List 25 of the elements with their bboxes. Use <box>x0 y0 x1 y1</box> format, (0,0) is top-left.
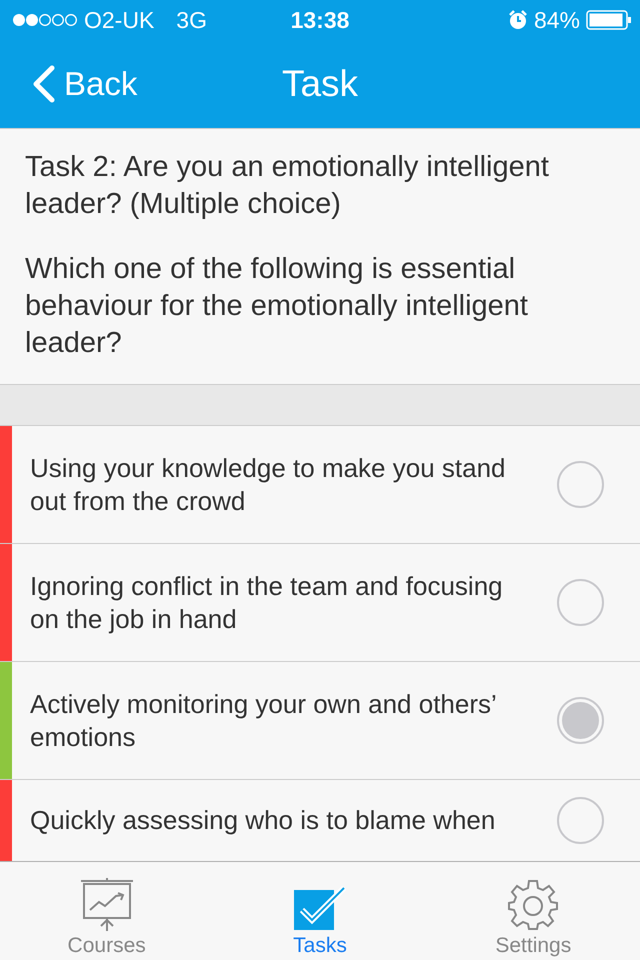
answer-option[interactable]: Using your knowledge to make you stand out from the crowd <box>0 425 640 543</box>
network-type: 3G <box>176 6 207 34</box>
radio-button[interactable] <box>557 579 604 626</box>
answer-option[interactable]: Actively monitoring your own and others’ emotions <box>0 661 640 779</box>
battery-percent: 84% <box>534 6 580 34</box>
tab-item[interactable]: Tasks <box>244 862 395 960</box>
presentation-chart-icon <box>78 878 135 932</box>
checkbox-tick-icon <box>292 884 348 932</box>
question-text: Which one of the following is essential behaviour for the emotionally intelligent leader? <box>25 252 529 361</box>
screen-title: Task <box>280 63 360 105</box>
answer-text: Ignoring conflict in the team and focusing on the job in hand <box>29 570 504 636</box>
answer-text: Quickly assessing who is to blame when <box>29 804 496 837</box>
settings-icon <box>506 878 560 932</box>
radio-button[interactable] <box>557 461 604 508</box>
answer-text: Using your knowledge to make you stand out from the crowd <box>29 452 506 518</box>
clock-time: 13:38 <box>290 6 350 34</box>
answer-option[interactable]: Ignoring conflict in the team and focusing on the job in hand <box>0 543 640 661</box>
battery-icon <box>586 10 632 30</box>
signal-icon <box>12 13 78 27</box>
carrier-name: O2-UK <box>84 6 154 34</box>
task-title: Task 2: Are you an emotionally intelligent leader? (Multiple choice) <box>25 150 550 222</box>
alarm-icon <box>508 10 528 30</box>
answer-text: Actively monitoring your own and others’ emotions <box>29 688 497 754</box>
radio-button[interactable] <box>557 697 604 744</box>
radio-button[interactable] <box>557 797 604 844</box>
